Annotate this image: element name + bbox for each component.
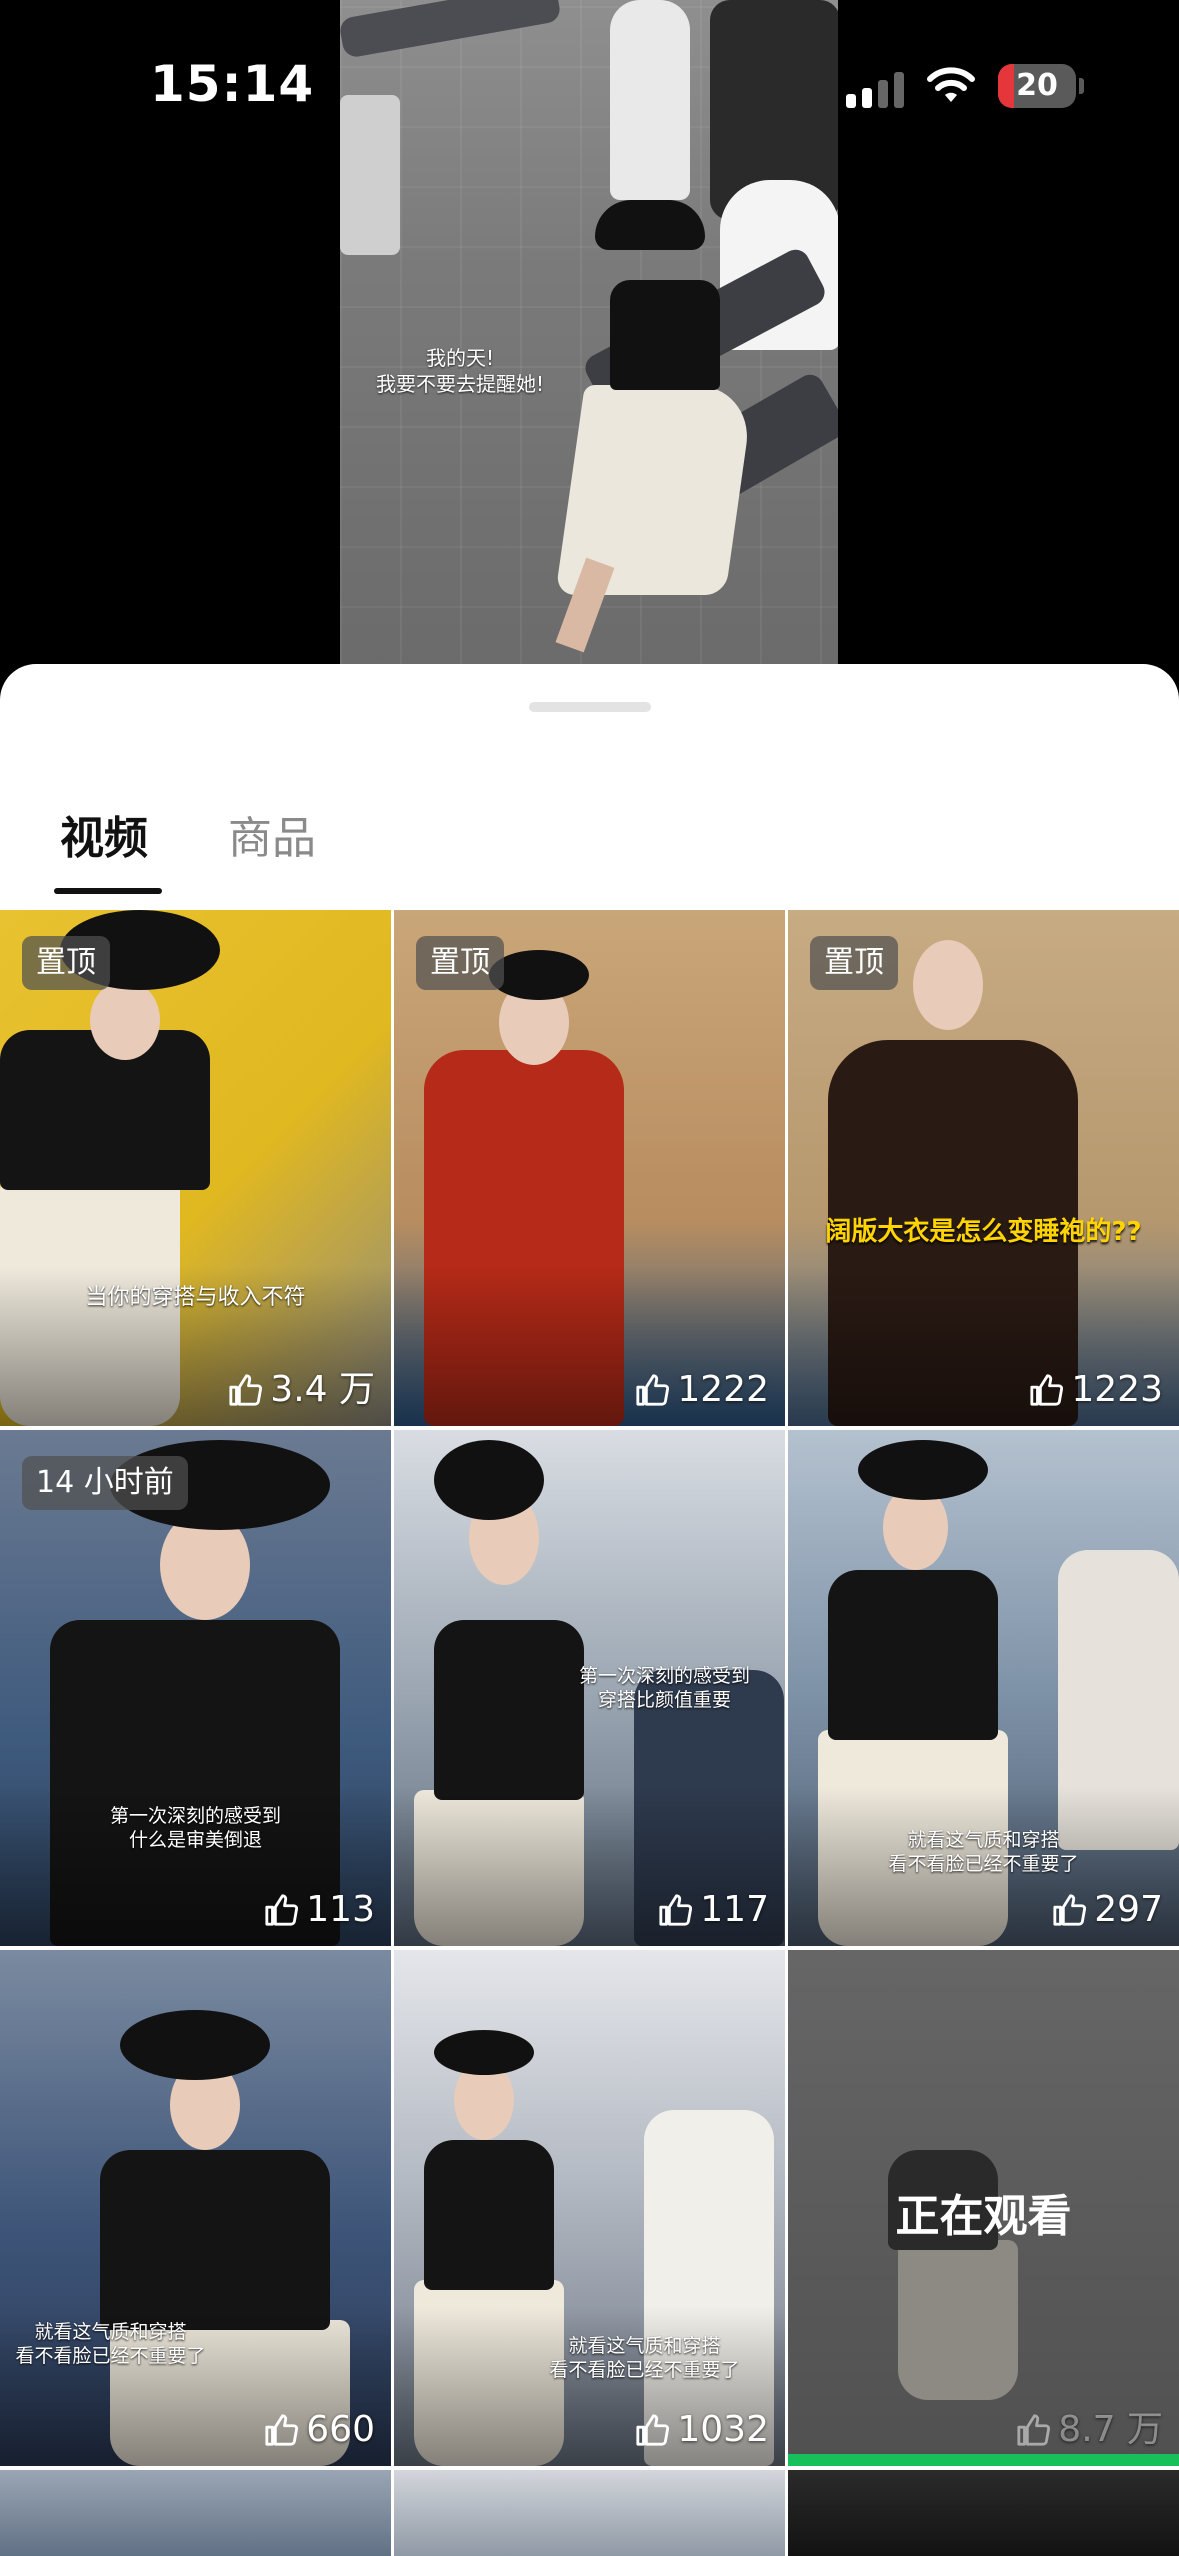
tile-thumbnail [394, 2470, 785, 2556]
thumbs-up-icon [1017, 2414, 1051, 2446]
signal-icon [846, 70, 906, 108]
tile-caption-line: 看不看脸已经不重要了 [888, 1853, 1079, 1875]
tile-thumbnail [0, 2470, 391, 2556]
video-woman-hat [595, 200, 705, 250]
thumbs-up-icon [229, 1374, 263, 1406]
tile-caption: 就看这气质和穿搭 看不看脸已经不重要了 [544, 2334, 745, 2382]
tile-caption: 当你的穿搭与收入不符 [85, 1285, 306, 1310]
tile-figure [489, 950, 589, 1000]
video-tile[interactable] [394, 2470, 785, 2556]
tile-figure [424, 2140, 554, 2290]
thumbs-up-icon [265, 2414, 299, 2446]
tile-thumbnail [788, 2470, 1179, 2556]
tile-figure [828, 1570, 998, 1740]
video-caption: 我的天! 我要不要去提醒她! [360, 345, 560, 397]
tile-likes: 660 [264, 2406, 375, 2454]
battery-icon: 20 [998, 64, 1076, 108]
tile-caption-line: 第一次深刻的感受到 [578, 1665, 750, 1687]
bottom-sheet: 视频 商品 置顶 当你的穿搭与收入不符 3.4 万 置顶 1222 置顶 阔版大… [0, 664, 1179, 2556]
likes-count: 1223 [1071, 1369, 1163, 1410]
tile-figure [100, 2150, 330, 2330]
tile-caption-line: 看不看脸已经不重要了 [549, 2359, 740, 2381]
tile-figure [120, 2010, 270, 2080]
likes-count: 297 [1094, 1889, 1163, 1930]
video-tile[interactable]: 第一次深刻的感受到 穿搭比颜值重要 117 [394, 1430, 785, 1946]
tile-caption: 就看这气质和穿搭 看不看脸已经不重要了 [10, 2320, 211, 2368]
likes-count: 1222 [677, 1369, 769, 1410]
likes-count: 8.7 万 [1058, 2409, 1163, 2450]
pinned-badge: 置顶 [22, 936, 110, 990]
thumbs-up-icon [265, 1894, 299, 1926]
likes-count: 117 [700, 1889, 769, 1930]
status-time: 15:14 [150, 55, 315, 113]
likes-count: 660 [306, 2409, 375, 2450]
tile-caption: 第一次深刻的感受到 什么是审美倒退 [10, 1804, 381, 1852]
tab-videos[interactable]: 视频 [60, 804, 148, 874]
tile-figure [858, 1440, 988, 1500]
video-tile[interactable]: 置顶 当你的穿搭与收入不符 3.4 万 [0, 910, 391, 1426]
tile-likes: 3.4 万 [228, 1366, 375, 1414]
watch-progress-bar [788, 2454, 1179, 2466]
video-tile[interactable]: 14 小时前 第一次深刻的感受到 什么是审美倒退 113 [0, 1430, 391, 1946]
pinned-badge: 置顶 [416, 936, 504, 990]
video-tile[interactable]: 就看这气质和穿搭 看不看脸已经不重要了 660 [0, 1950, 391, 2466]
video-caption-line: 我的天! [425, 346, 495, 370]
battery-cap [1079, 78, 1084, 94]
tile-caption-line: 就看这气质和穿搭 [907, 1829, 1060, 1851]
likes-count: 1032 [677, 2409, 769, 2450]
time-badge: 14 小时前 [22, 1456, 188, 1510]
tile-figure [434, 1440, 544, 1520]
tile-caption-line: 就看这气质和穿搭 [34, 2321, 187, 2343]
tile-caption-line: 什么是审美倒退 [128, 1829, 262, 1851]
video-tile[interactable] [0, 2470, 391, 2556]
tile-caption-line: 穿搭比颜值重要 [597, 1689, 731, 1711]
tile-caption-line: 第一次深刻的感受到 [109, 1805, 281, 1827]
thumbs-up-icon [1053, 1894, 1087, 1926]
tile-caption-line: 就看这气质和穿搭 [568, 2335, 721, 2357]
tile-likes: 8.7 万 [1016, 2406, 1163, 2454]
thumbs-up-icon [636, 1374, 670, 1406]
now-watching-label: 正在观看 [895, 2191, 1072, 2242]
wifi-icon [927, 67, 975, 102]
tile-figure [913, 940, 983, 1030]
tile-figure [434, 2030, 534, 2075]
video-tile[interactable]: 就看这气质和穿搭 看不看脸已经不重要了 297 [788, 1430, 1179, 1946]
video-tile[interactable] [788, 2470, 1179, 2556]
video-caption-line: 我要不要去提醒她! [375, 372, 545, 396]
thumbs-up-icon [1030, 1374, 1064, 1406]
tile-figure [90, 980, 160, 1060]
tile-likes: 1223 [1029, 1366, 1163, 1414]
likes-count: 3.4 万 [270, 1369, 375, 1410]
tile-caption: 阔版大衣是怎么变睡袍的?? [825, 1217, 1142, 1247]
status-bar: 15:14 20 [0, 0, 1179, 160]
video-tile-now-watching[interactable]: 正在观看 8.7 万 [788, 1950, 1179, 2466]
tab-bar: 视频 商品 [0, 804, 1179, 914]
tile-likes: 1222 [635, 1366, 769, 1414]
thumbs-up-icon [659, 1894, 693, 1926]
likes-count: 113 [306, 1889, 375, 1930]
tile-caption: 就看这气质和穿搭 看不看脸已经不重要了 [798, 1828, 1169, 1876]
video-tile[interactable]: 置顶 阔版大衣是怎么变睡袍的?? 1223 [788, 910, 1179, 1426]
tab-goods[interactable]: 商品 [228, 804, 316, 874]
video-woman-top [610, 280, 720, 390]
tile-caption-line: 看不看脸已经不重要了 [15, 2345, 206, 2367]
tile-figure [0, 1030, 210, 1190]
video-tile[interactable]: 就看这气质和穿搭 看不看脸已经不重要了 1032 [394, 1950, 785, 2466]
thumbs-up-icon [636, 2414, 670, 2446]
pinned-badge: 置顶 [810, 936, 898, 990]
battery-level: 20 [1016, 68, 1058, 103]
tile-caption: 第一次深刻的感受到 穿搭比颜值重要 [554, 1664, 775, 1712]
sheet-grabber[interactable] [529, 702, 651, 712]
tile-likes: 297 [1052, 1886, 1163, 1934]
video-tile[interactable]: 置顶 1222 [394, 910, 785, 1426]
tile-likes: 113 [264, 1886, 375, 1934]
tile-likes: 117 [658, 1886, 769, 1934]
tab-indicator [54, 888, 162, 894]
tile-likes: 1032 [635, 2406, 769, 2454]
